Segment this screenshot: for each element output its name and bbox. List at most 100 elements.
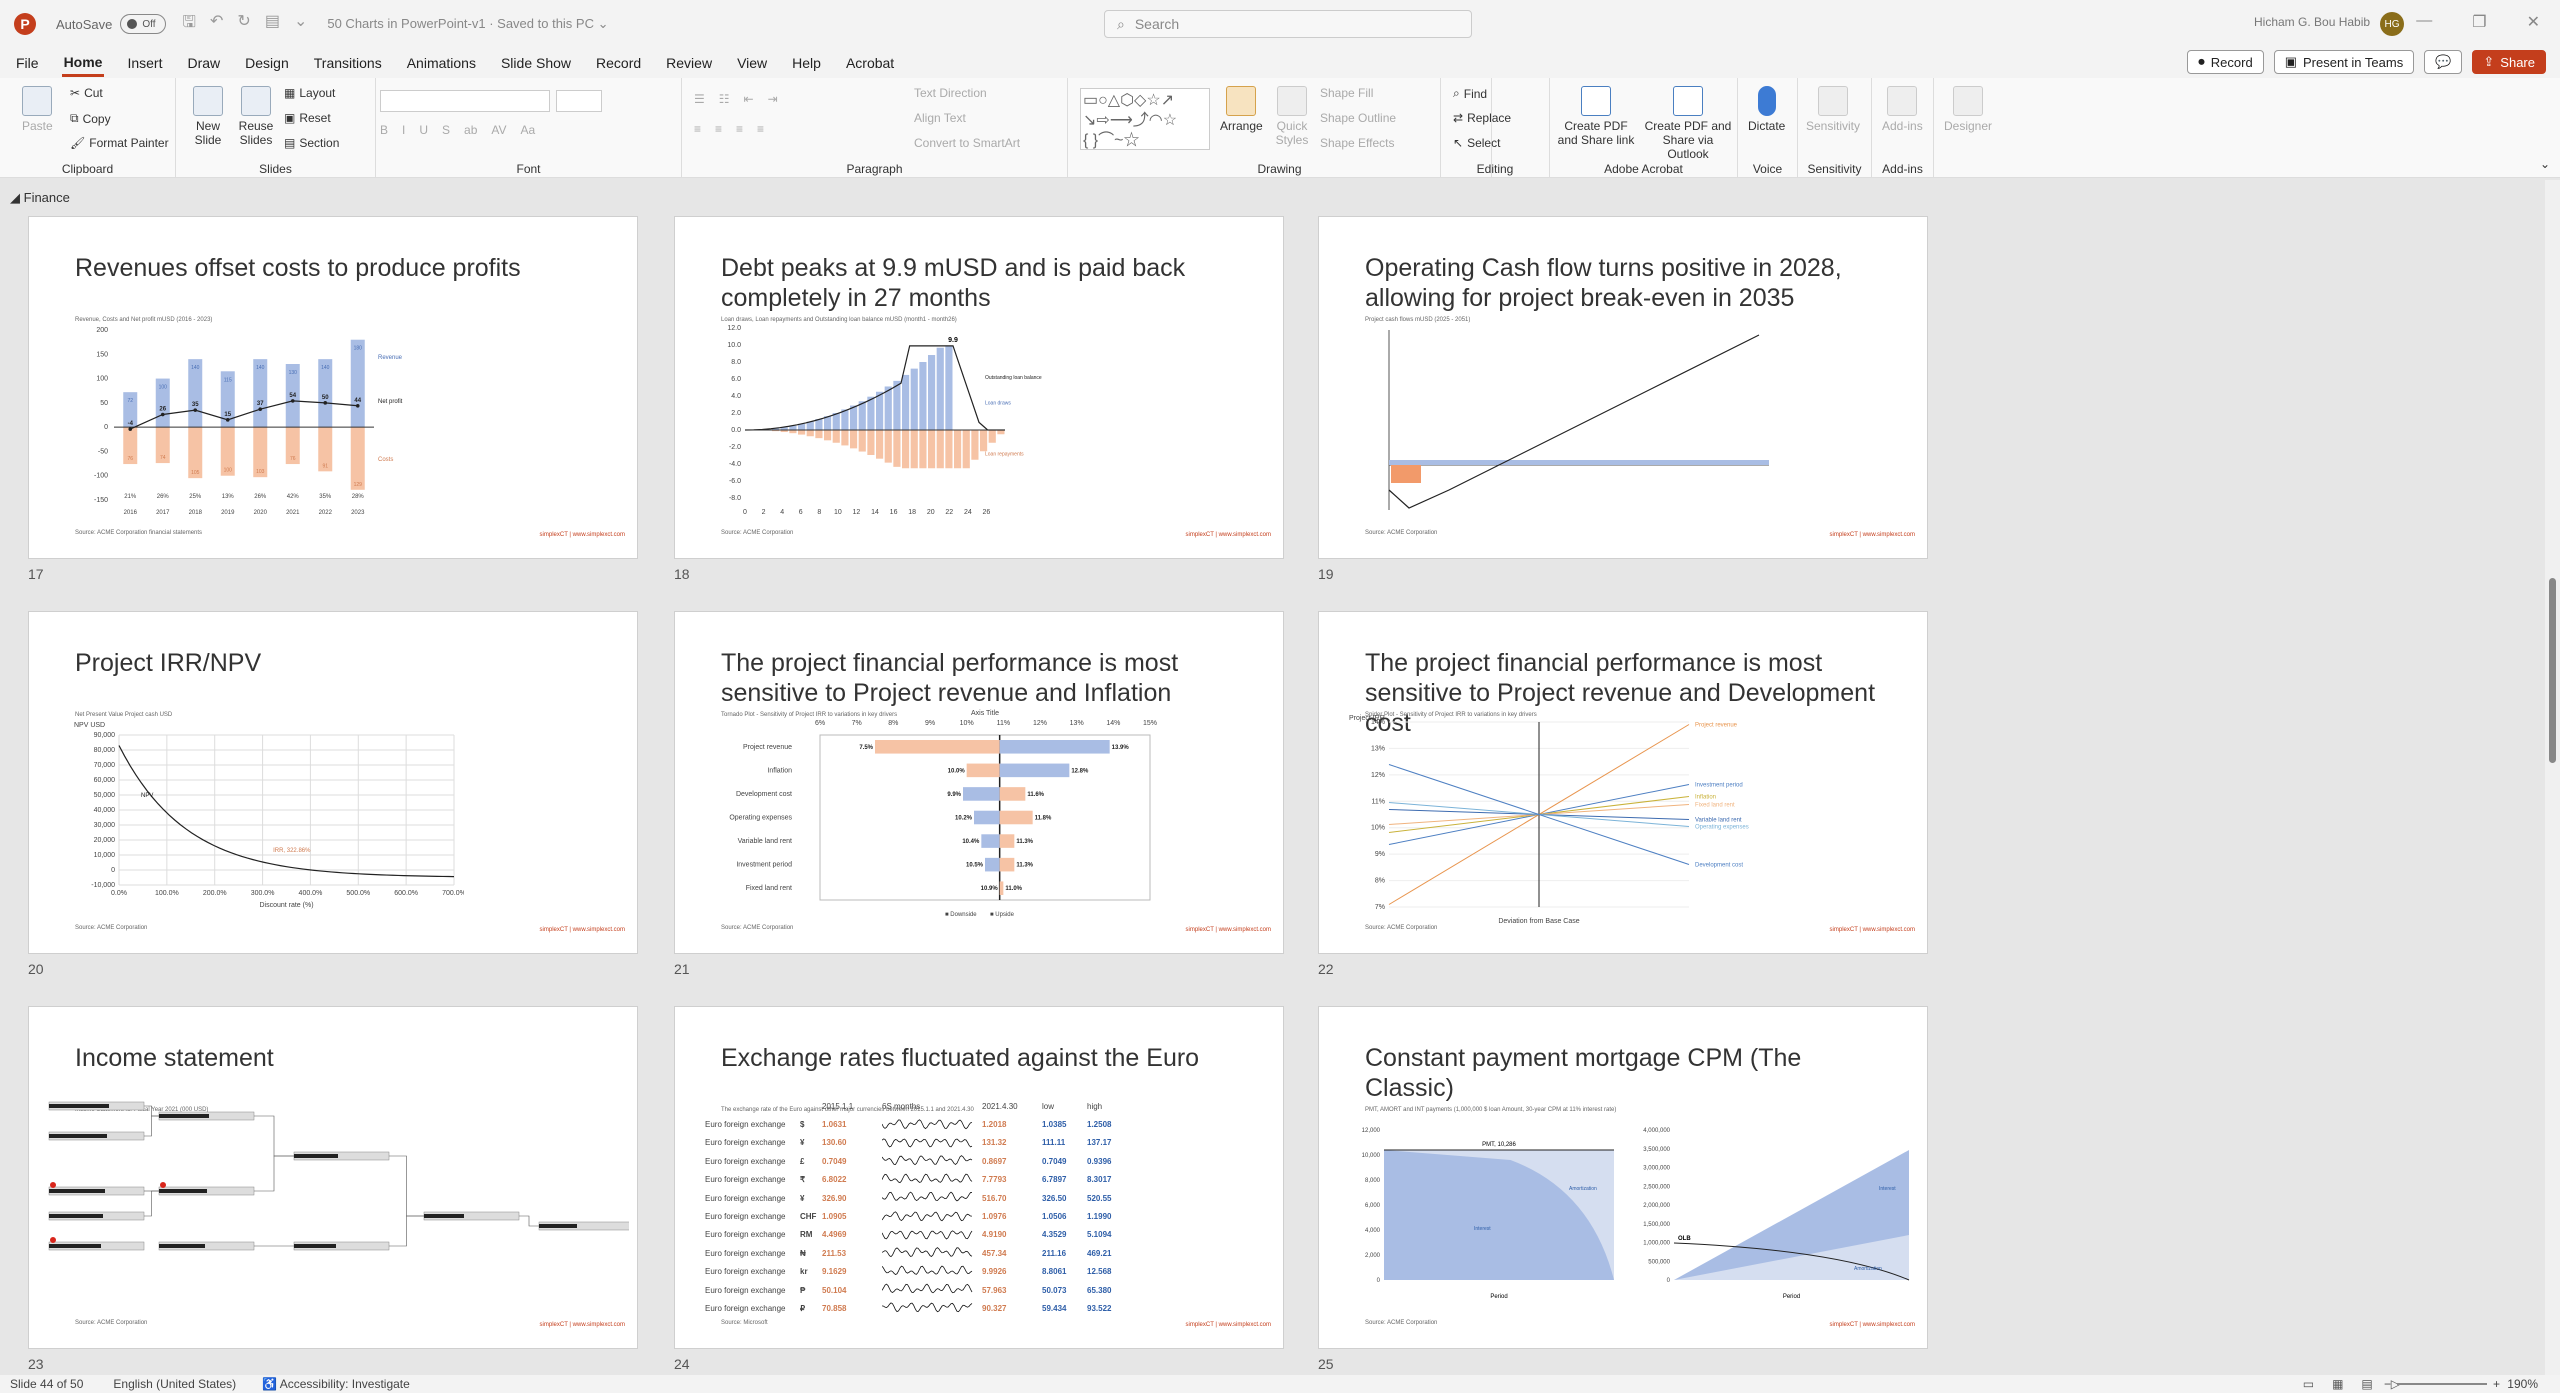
loan-draw-bar [893,380,901,430]
scroll-thumb[interactable] [2549,578,2556,763]
format-painter-button[interactable]: 🖌 Format Painter [70,136,169,150]
slide-sorter-view-icon[interactable]: ▦ [2332,1377,2343,1391]
table-cell: Euro foreign exchange [705,1120,786,1130]
slide-thumbnail-24[interactable]: Exchange rates fluctuated against the Eu… [674,1006,1284,1349]
quick-access-icon[interactable]: ▤ [265,11,280,38]
tab-file[interactable]: File [14,51,41,75]
slide-thumbnail-21[interactable]: The project financial performance is mos… [674,611,1284,954]
y-tick-label: 70,000 [94,762,116,769]
layout-icon: ▦ [284,86,296,100]
tab-slide-show[interactable]: Slide Show [499,51,573,75]
create-pdf-outlook-button[interactable]: Create PDF and Share via Outlook [1642,86,1734,161]
copy-button[interactable]: ⧉ Copy [70,111,111,126]
tab-record[interactable]: Record [594,51,643,75]
slide-thumbnail-17[interactable]: Revenues offset costs to produce profits… [28,216,638,559]
collapse-ribbon-icon[interactable]: ⌄ [2540,157,2550,171]
margin-label: 13% [222,494,235,500]
zoom-level[interactable]: 190% [2507,1377,2538,1391]
reset-button[interactable]: ▣ Reset [284,111,331,125]
language-status[interactable]: English (United States) [113,1377,236,1391]
normal-view-icon[interactable]: ▭ [2303,1377,2314,1391]
add-ins-button[interactable]: Add-ins [1882,86,1923,133]
search-box[interactable]: ⌕ Search [1104,10,1472,38]
align-left-icon: ≡ [694,122,702,136]
zoom-slider[interactable]: − + [2384,1377,2500,1391]
accessibility-status[interactable]: ♿ Accessibility: Investigate [262,1377,410,1391]
maximize-icon[interactable]: ❐ [2472,12,2486,32]
tab-draw[interactable]: Draw [185,51,222,75]
share-button[interactable]: ⇪ Share [2472,50,2546,74]
layout-button[interactable]: ▦ Layout [284,86,335,100]
document-title[interactable]: 50 Charts in PowerPoint-v1 · Saved to th… [327,16,608,32]
slide-thumbnail-22[interactable]: The project financial performance is mos… [1318,611,1928,954]
save-icon[interactable]: 🖫 [182,11,196,38]
font-button-4[interactable]: ab [464,123,477,137]
font-button-6[interactable]: Aa [521,123,536,137]
npv-chart: NPV USD 90,000 80,000 70,000 60,000 50,000 40,… [74,722,464,909]
y-tick-label: 13% [1371,745,1385,752]
slide-thumbnail-20[interactable]: Project IRR/NPV Net Present Value Project… [28,611,638,954]
tab-review[interactable]: Review [664,51,714,75]
comments-button[interactable]: 💬 [2424,50,2463,74]
font-name-field[interactable] [380,90,550,112]
slide-source: Source: ACME Corporation [75,925,148,931]
font-button-3[interactable]: S [442,123,450,137]
paste-button[interactable]: Paste [22,86,53,133]
record-button[interactable]: ⏺ Record [2187,50,2264,74]
text-direction-button[interactable]: Text Direction [914,86,987,100]
close-icon[interactable]: ✕ [2527,12,2540,32]
redo-icon[interactable]: ↻ [237,11,250,38]
tab-transitions[interactable]: Transitions [312,51,384,75]
downside-label: 10.2% [955,816,973,822]
loan-repayment-bar [884,430,892,463]
font-button-1[interactable]: I [402,123,405,137]
table-cell: ¥ [800,1138,805,1148]
tab-design[interactable]: Design [243,51,291,75]
shape-fill-button[interactable]: Shape Fill [1320,86,1373,100]
new-slide-button[interactable]: New Slide [188,86,228,147]
align-text-button[interactable]: Align Text [914,111,966,125]
reading-view-icon[interactable]: ▤ [2361,1377,2372,1391]
select-button[interactable]: ↖ Select [1453,136,1500,150]
section-button[interactable]: ▤ Section [284,136,339,150]
avatar[interactable]: HG [2380,12,2404,36]
autosave-toggle[interactable]: Off [120,14,167,34]
slide-thumbnail-19[interactable]: Operating Cash flow turns positive in 20… [1318,216,1928,559]
tab-acrobat[interactable]: Acrobat [844,51,896,75]
minimize-icon[interactable]: — [2416,12,2432,32]
designer-button[interactable]: Designer [1944,86,1992,133]
reuse-slides-button[interactable]: Reuse Slides [236,86,276,147]
share-icon: ⇪ [2483,54,2495,69]
vertical-scrollbar[interactable] [2545,180,2560,1375]
font-button-2[interactable]: U [419,123,428,137]
convert-smartart-button[interactable]: Convert to SmartArt [914,136,1020,150]
list-buttons[interactable]: ☰ ☷ ⇤ ⇥ [694,92,778,106]
arrange-button[interactable]: Arrange [1220,86,1263,133]
undo-icon[interactable]: ↶ [210,11,223,38]
font-button-0[interactable]: B [380,123,388,137]
slide-thumbnail-18[interactable]: Debt peaks at 9.9 mUSD and is paid back … [674,216,1284,559]
tab-help[interactable]: Help [790,51,823,75]
customize-icon[interactable]: ⌄ [294,11,307,38]
replace-button[interactable]: ⇄ Replace [1453,111,1511,125]
tab-insert[interactable]: Insert [125,51,164,75]
tab-view[interactable]: View [735,51,769,75]
slide-thumbnail-23[interactable]: Income statementIncome Statement for Fis… [28,1006,638,1349]
slide-thumbnail-25[interactable]: Constant payment mortgage CPM (The Class… [1318,1006,1928,1349]
quick-styles-button[interactable]: Quick Styles [1272,86,1312,147]
create-pdf-share-link-button[interactable]: Create PDF and Share link [1556,86,1636,147]
font-button-5[interactable]: AV [491,123,506,137]
tab-animations[interactable]: Animations [405,51,478,75]
align-buttons[interactable]: ≡ ≡ ≡ ≡ [694,122,764,136]
user-name[interactable]: Hicham G. Bou Habib [2254,15,2370,29]
shapes-gallery[interactable]: ▭○△⬡◇☆↗ ↘⇨⟶⤴◠☆{ }⌒~☆ [1080,88,1210,150]
sensitivity-button[interactable]: Sensitivity [1806,86,1860,133]
tab-home[interactable]: Home [61,50,105,77]
present-in-teams-button[interactable]: ▣ Present in Teams [2273,50,2415,74]
shape-effects-button[interactable]: Shape Effects [1320,136,1395,150]
cut-button[interactable]: ✂ Cut [70,86,103,100]
shape-outline-button[interactable]: Shape Outline [1320,111,1396,125]
font-size-field[interactable] [556,90,602,112]
dictate-button[interactable]: Dictate [1748,86,1785,133]
find-button[interactable]: ⌕ Find [1453,86,1487,101]
